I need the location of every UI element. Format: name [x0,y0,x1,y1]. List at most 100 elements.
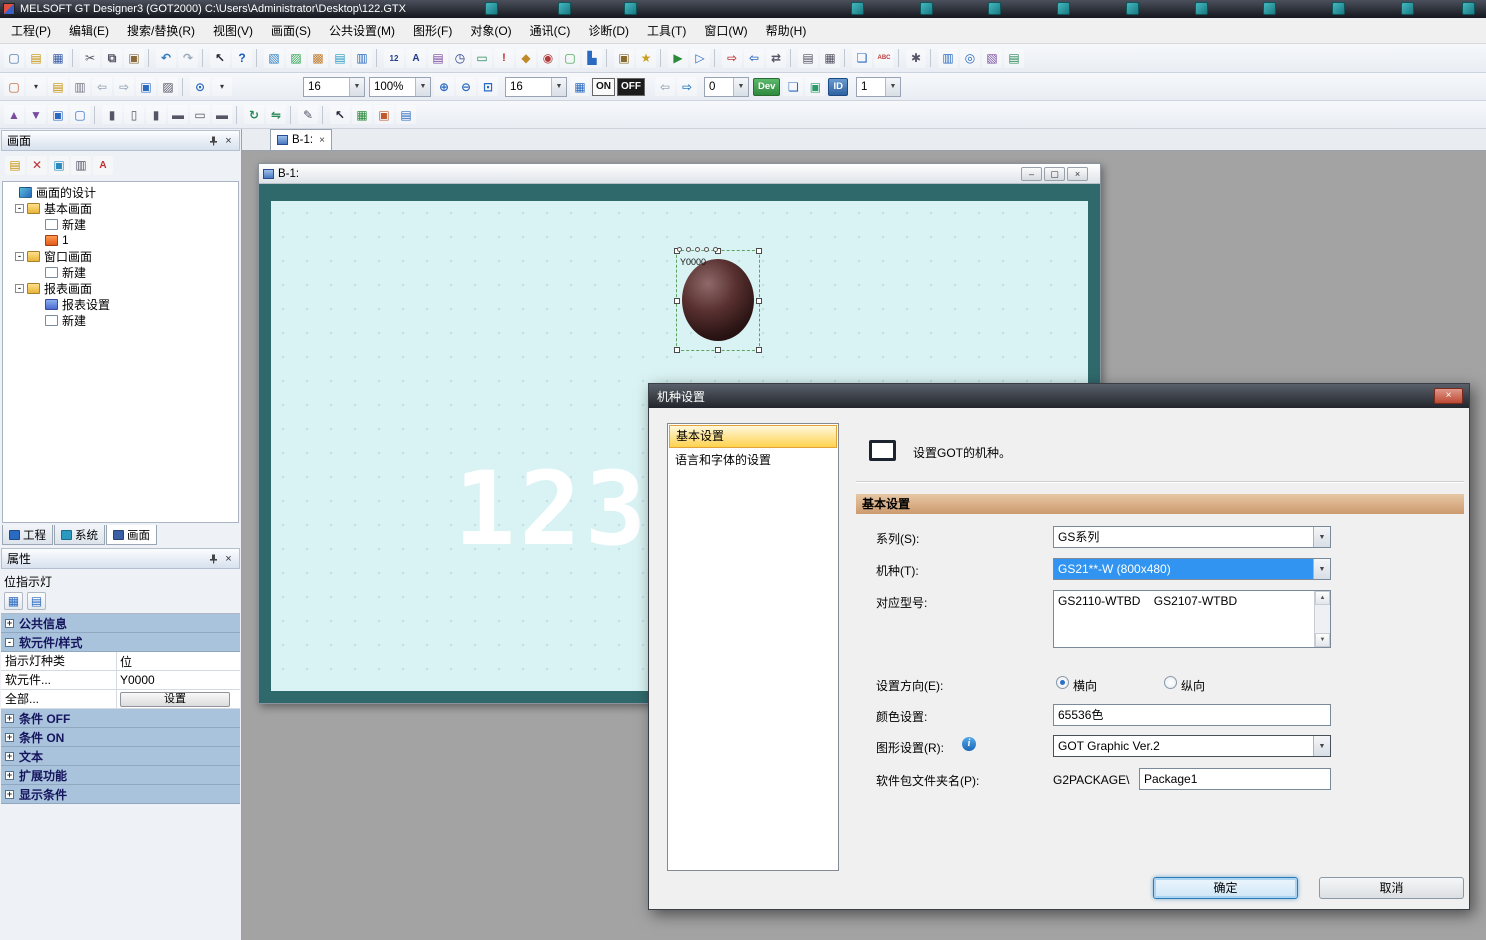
magnifier-icon[interactable]: ⊙ [190,77,210,96]
series-combo[interactable]: GS系列 [1053,526,1331,548]
dialog-nav-item[interactable]: 语言和字体的设置 [669,449,837,472]
property-section[interactable]: +显示条件 [1,785,240,804]
menu-item[interactable]: 视图(V) [204,18,262,43]
off-state-button[interactable]: OFF [617,78,645,96]
copy-screen-icon[interactable]: ▣ [49,156,69,175]
section-expander-icon[interactable]: + [5,771,14,780]
zoom-fit-icon[interactable]: ⊡ [478,77,498,96]
tree-item[interactable]: -报表画面 [3,280,238,296]
tree-item[interactable]: -窗口画面 [3,248,238,264]
rotate-icon[interactable]: ↻ [244,105,264,124]
copy-icon[interactable]: ⧉ [102,49,122,68]
move-to-front-icon[interactable]: ▲ [4,105,24,124]
new-screen-icon[interactable]: ▢ [4,77,24,96]
property-section[interactable]: +条件 OFF [1,709,240,728]
comment-display-icon[interactable]: ▭ [472,49,492,68]
screen-property-icon[interactable]: ▣ [136,77,156,96]
menu-item[interactable]: 工具(T) [638,18,695,43]
dropdown-arrow-icon[interactable] [733,78,748,96]
align-middle-icon[interactable]: ▭ [190,105,210,124]
new-project-icon[interactable]: ▢ [4,49,24,68]
tree-item[interactable]: 新建 [3,312,238,328]
zoom-combo[interactable]: 100% [369,77,431,97]
scrollbar[interactable] [1314,591,1330,647]
id-display-button[interactable]: ID [828,78,848,96]
cut-icon[interactable]: ✂ [80,49,100,68]
magnifier-dropdown-icon[interactable]: ▾ [212,77,232,96]
state-number-combo[interactable]: 0 [704,77,749,97]
menu-item[interactable]: 工程(P) [2,18,60,43]
zoom-in-icon[interactable]: ⊕ [434,77,454,96]
fill-color-icon[interactable]: ▨ [158,77,178,96]
menu-item[interactable]: 通讯(C) [521,18,580,43]
paste-icon[interactable]: ▣ [124,49,144,68]
orientation-vertical-radio[interactable] [1164,676,1177,689]
section-expander-icon[interactable]: + [5,714,14,723]
simulator-icon[interactable]: ▷ [690,49,710,68]
close-icon[interactable] [221,134,236,148]
library-icon[interactable]: ▣ [614,49,634,68]
new-window-screen-icon[interactable]: ▨ [286,49,306,68]
menu-item[interactable]: 画面(S) [262,18,320,43]
property-section[interactable]: +条件 ON [1,728,240,747]
data-list-display-icon[interactable]: ▤ [428,49,448,68]
ok-button[interactable]: 确定 [1153,877,1298,899]
section-expander-icon[interactable]: + [5,619,14,628]
section-expander-icon[interactable]: - [5,638,14,647]
menu-item[interactable]: 窗口(W) [695,18,756,43]
favorites-icon[interactable]: ★ [636,49,656,68]
device-display-window-icon[interactable]: ❏ [783,77,803,96]
read-from-got-icon[interactable]: ⇦ [744,49,764,68]
new-base-screen-icon[interactable]: ▧ [264,49,284,68]
pin-icon[interactable] [205,552,220,566]
property-value[interactable]: 位 [117,652,240,670]
menu-item[interactable]: 搜索/替换(R) [118,18,204,43]
screen-property-icon[interactable]: ▥ [71,156,91,175]
print-preview-icon[interactable]: ▤ [798,49,818,68]
selection-handle[interactable] [756,248,762,254]
device-monitor-icon[interactable]: ▤ [396,105,416,124]
screen-list-icon[interactable]: ▥ [352,49,372,68]
menu-item[interactable]: 图形(F) [404,18,461,43]
report-tool-icon[interactable]: ▤ [1004,49,1024,68]
screen-text-object[interactable]: 123 [454,459,650,561]
device-search-icon[interactable]: ◎ [960,49,980,68]
state-previous-icon[interactable]: ⇦ [655,77,675,96]
tree-expander-icon[interactable]: - [15,204,24,213]
flip-icon[interactable]: ⇋ [266,105,286,124]
ungroup-icon[interactable]: ▢ [70,105,90,124]
dialog-nav-item[interactable]: 基本设置 [669,425,837,448]
selection-handle[interactable] [715,347,721,353]
align-left-icon[interactable]: ▮ [102,105,122,124]
numerical-display-icon[interactable]: 12 [384,49,404,68]
design-window-titlebar[interactable]: B-1: [259,164,1100,184]
scroll-down-icon[interactable] [1315,633,1330,647]
align-top-icon[interactable]: ▬ [168,105,188,124]
recipe-display-icon[interactable]: ◆ [516,49,536,68]
tab-close-icon[interactable] [319,135,325,146]
ascii-display-icon[interactable]: A [406,49,426,68]
selection-handle[interactable] [756,298,762,304]
text-check-icon[interactable]: ABC [874,49,894,68]
section-expander-icon[interactable]: + [5,733,14,742]
maximize-icon[interactable] [1044,167,1065,181]
dock-tab-system[interactable]: 系统 [54,525,105,545]
on-state-button[interactable]: ON [592,78,615,96]
screen-utilize-icon[interactable]: A [93,156,113,175]
dropdown-arrow-icon[interactable] [551,78,566,96]
property-section[interactable]: +扩展功能 [1,766,240,785]
category-display-icon[interactable]: ▦ [4,592,23,610]
minimize-icon[interactable] [1021,167,1042,181]
graph-object-icon[interactable]: ▙ [582,49,602,68]
open-screen-icon[interactable]: ▤ [5,156,25,175]
tree-item[interactable]: 新建 [3,264,238,280]
switch-object-icon[interactable]: ▢ [560,49,580,68]
language-combo[interactable]: 1 [856,77,901,97]
snap-grid-icon[interactable]: ▦ [570,77,590,96]
screen-image-list-icon[interactable]: ▤ [330,49,350,68]
grid-spacing-combo[interactable]: 16 [505,77,567,97]
package-folder-input[interactable]: Package1 [1139,768,1331,790]
list-display-icon[interactable]: ▤ [27,592,46,610]
data-browser-icon[interactable]: ▥ [938,49,958,68]
object-selection-icon[interactable]: ▦ [352,105,372,124]
